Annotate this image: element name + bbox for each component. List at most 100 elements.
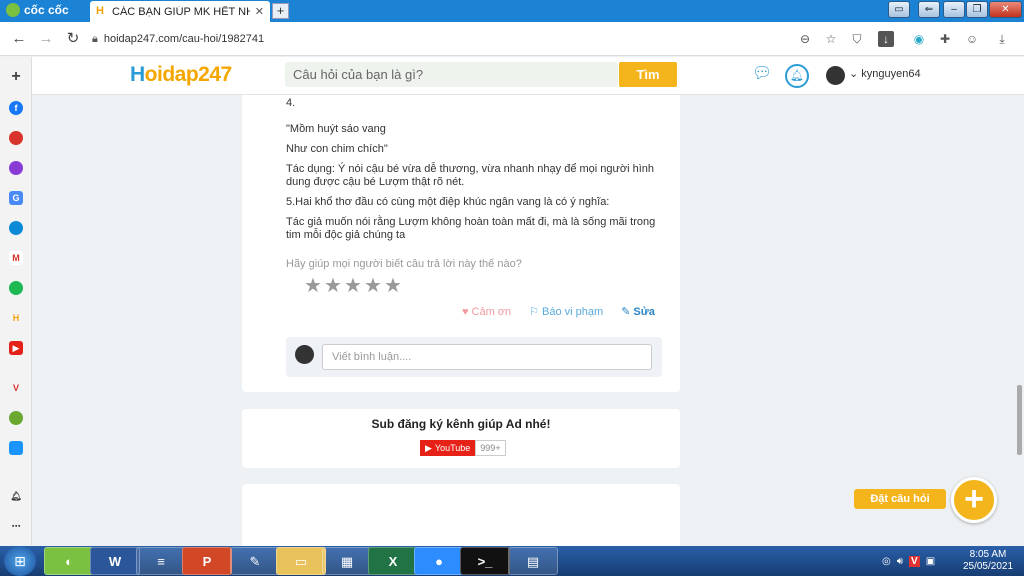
taskbar-coccoc[interactable]: ◐ — [44, 547, 94, 575]
search-button[interactable]: Tìm — [619, 62, 677, 87]
translate-icon[interactable]: G — [9, 191, 23, 205]
minimize-button[interactable]: – — [943, 1, 965, 18]
volume-icon[interactable]: 🔊︎ — [897, 556, 903, 567]
messenger-icon[interactable] — [9, 161, 23, 175]
thanks-button[interactable]: ♥ Cảm ơn — [462, 305, 511, 318]
spotify-icon[interactable] — [9, 281, 23, 295]
comment-input[interactable]: Viết bình luận.... — [322, 344, 652, 370]
profile-icon[interactable]: ☺ — [964, 31, 980, 47]
youtube-label[interactable]: ▶ YouTube — [420, 440, 476, 456]
tab-close-icon[interactable]: ✕ — [255, 5, 264, 18]
avatar[interactable] — [826, 66, 845, 85]
heart-icon: ♥ — [462, 305, 469, 318]
ask-question-plus-button[interactable]: + — [951, 477, 997, 523]
report-label: Báo vi phạm — [542, 305, 604, 318]
star-icon[interactable]: ★ — [344, 276, 362, 296]
zoom-icon[interactable]: ⊖ — [797, 31, 813, 47]
vtv-icon[interactable]: V — [9, 381, 23, 395]
youtube-icon[interactable]: ▶ — [9, 341, 23, 355]
site-header: Hoidap247 Câu hỏi của bạn là gì? Tìm 💬︎ … — [32, 57, 1024, 95]
answer-content: 4. "Mồm huýt sáo vang Như con chim chích… — [286, 97, 666, 249]
taskbar-app[interactable]: ≡ — [136, 547, 186, 575]
answer-actions: ♥ Cảm ơn ⚐ Báo vi phạm ✎ Sửa — [462, 305, 655, 319]
extension-icon[interactable]: ◉ — [911, 31, 927, 47]
download-arrow-icon[interactable]: ↓ — [878, 31, 894, 47]
more-icon[interactable]: ⋯ — [9, 519, 23, 533]
notification-bell-icon[interactable]: 🔔︎ — [9, 489, 23, 503]
report-button[interactable]: ⚐ Báo vi phạm — [529, 305, 604, 319]
taskbar-paint[interactable]: ✎ — [230, 547, 280, 575]
tiki-icon[interactable] — [9, 441, 23, 455]
hoidap247-logo[interactable]: Hoidap247 — [130, 63, 232, 87]
puzzle-icon[interactable]: ✚ — [937, 31, 953, 47]
taskbar-explorer[interactable]: ▭ — [276, 547, 326, 575]
facebook-icon[interactable]: f — [9, 101, 23, 115]
pencil-icon: ✎ — [621, 306, 631, 318]
clock-time: 8:05 AM — [969, 549, 1007, 560]
coccoc-tray-icon[interactable]: ◎ — [882, 556, 891, 567]
star-icon[interactable]: ★ — [364, 276, 382, 296]
browser-tab[interactable]: H CÁC BẠN GIÚP MK HẾT NHA ✕ — [90, 1, 270, 22]
taskbar-cmd[interactable]: >_ — [460, 547, 510, 575]
start-button[interactable]: ⊞ — [4, 546, 36, 576]
taskbar-excel[interactable]: X — [368, 547, 418, 575]
star-icon[interactable]: ★ — [304, 276, 322, 296]
add-icon[interactable]: + — [9, 69, 23, 85]
rating-prompt: Hãy giúp mọi người biết câu trả lời này … — [286, 258, 522, 270]
chat-icon[interactable]: 💬︎ — [752, 65, 772, 83]
url-bar[interactable]: 🔒︎ hoidap247.com/cau-hoi/1982741 — [92, 28, 782, 50]
bird-app-icon[interactable] — [9, 131, 23, 145]
close-window-button[interactable]: ✕ — [989, 1, 1022, 18]
youtube-text: YouTube — [434, 443, 471, 453]
gmail-icon[interactable]: M — [9, 251, 23, 265]
hoidap-icon[interactable]: H — [9, 311, 23, 325]
search-input[interactable]: Câu hỏi của bạn là gì? — [285, 62, 618, 87]
ask-question-label[interactable]: Đặt câu hỏi — [854, 489, 946, 509]
chevron-down-icon: ⌄ — [849, 68, 862, 80]
youtube-play-icon: ▶ — [425, 443, 432, 453]
scrollbar-thumb[interactable] — [1017, 385, 1022, 455]
reload-button[interactable]: ↻ — [64, 30, 82, 48]
logo-text: oidap247 — [144, 63, 233, 86]
taskbar-powerpoint[interactable]: P — [182, 547, 232, 575]
comment-box: Viết bình luận.... — [286, 337, 662, 377]
taskbar-word[interactable]: W — [90, 547, 140, 575]
browser-tab-bar: cốc cốc H CÁC BẠN GIÚP MK HẾT NHA ✕ + ▭ … — [0, 0, 1024, 22]
clock[interactable]: 8:05 AM 25/05/2021 — [958, 549, 1018, 573]
star-icon[interactable]: ★ — [384, 276, 402, 296]
edit-button[interactable]: ✎ Sửa — [621, 305, 655, 319]
username[interactable]: ⌄ kynguyen64 — [849, 67, 921, 80]
answer-line: Tác giả muốn nói rằng Lượm không hoàn to… — [286, 216, 656, 241]
coccoc-logo[interactable]: cốc cốc — [6, 3, 69, 17]
network-icon[interactable]: ▣ — [926, 556, 935, 567]
logo-h: H — [130, 63, 145, 86]
bookmark-star-icon[interactable]: ☆ — [823, 31, 839, 47]
vietkey-icon[interactable]: V — [909, 555, 920, 567]
downloads-icon[interactable]: ⤓ — [994, 31, 1010, 47]
game-icon[interactable] — [9, 411, 23, 425]
screenshot-icon[interactable]: ▭ — [888, 1, 910, 18]
answer-line: 5.Hai khổ thơ đầu có cùng một điệp khúc … — [286, 196, 610, 208]
subscribe-title: Sub đăng ký kênh giúp Ad nhé! — [371, 417, 551, 431]
back-button[interactable]: ← — [10, 30, 28, 48]
bell-icon[interactable]: 🔔︎ — [785, 64, 809, 88]
subscriber-count: 999+ — [475, 440, 506, 456]
taskbar-network[interactable]: ▦ — [322, 547, 372, 575]
shield-icon[interactable]: ⛉ — [849, 31, 865, 47]
forward-button[interactable]: → — [37, 30, 55, 48]
back-window-icon[interactable]: ⇐ — [918, 1, 940, 18]
youtube-subscribe-button[interactable]: ▶ YouTube 999+ — [420, 440, 506, 456]
url-text: hoidap247.com/cau-hoi/1982741 — [103, 33, 265, 45]
answer-card: 4. "Mồm huýt sáo vang Như con chim chích… — [242, 95, 680, 392]
taskbar-zoom[interactable]: ● — [414, 547, 464, 575]
lock-icon: 🔒︎ — [92, 32, 98, 45]
coccoc-icon — [6, 3, 20, 17]
browser-sidebar: + f G M H ▶ V 🔔︎ ⋯ — [0, 57, 32, 545]
new-tab-button[interactable]: + — [272, 3, 289, 19]
restore-button[interactable]: ❐ — [966, 1, 988, 18]
zalo-icon[interactable] — [9, 221, 23, 235]
star-icon[interactable]: ★ — [324, 276, 342, 296]
taskbar-notes[interactable]: ▤ — [508, 547, 558, 575]
flag-icon: ⚐ — [529, 306, 540, 318]
browser-brand: cốc cốc — [24, 3, 69, 17]
